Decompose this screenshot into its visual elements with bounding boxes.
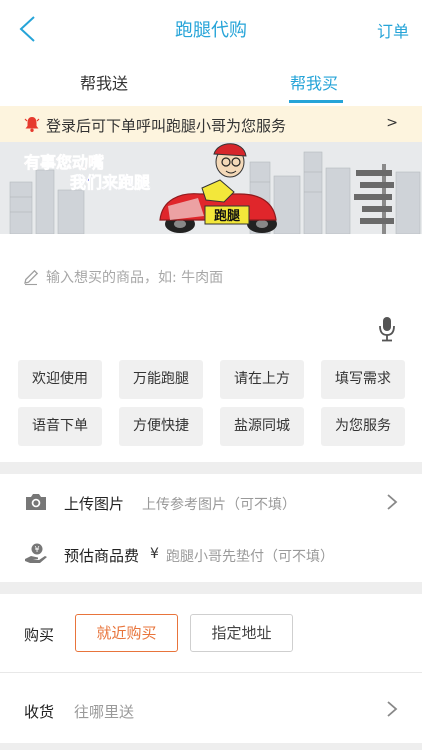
specified-address-button[interactable]: 指定地址 <box>190 614 293 652</box>
receive-address-hint: 往哪里送 <box>74 703 135 721</box>
bell-icon <box>24 117 40 132</box>
bottom-divider <box>0 743 422 750</box>
quick-chip[interactable]: 语音下单 <box>18 407 102 446</box>
money-hand-icon: ¥ <box>25 543 47 563</box>
quick-chip[interactable]: 方便快捷 <box>119 407 203 446</box>
banner-illustration: 跑腿 有事您动嘴 我们来跑腿 <box>0 142 422 234</box>
quick-chip[interactable]: 盐源同城 <box>220 407 304 446</box>
item-input-area[interactable]: 输入想买的商品，如: 牛肉面 欢迎使用 万能跑腿 请在上方 填写需求 语音下单 … <box>0 234 422 459</box>
banner-slogan-line1: 有事您动嘴 <box>24 153 104 172</box>
tab-help-buy[interactable]: 帮我买 <box>290 70 338 94</box>
errand-purchase-page: 跑腿代购 订单 帮我送 帮我买 登录后可下单呼叫跑腿小哥为您服务 > 跑腿 有事… <box>0 0 422 750</box>
banner-slogan-line2: 我们来跑腿 <box>70 173 150 192</box>
upload-label: 上传图片 <box>64 495 125 513</box>
svg-text:¥: ¥ <box>34 545 39 554</box>
pencil-icon <box>24 269 39 286</box>
notice-text: 登录后可下单呼叫跑腿小哥为您服务 <box>46 117 287 135</box>
fee-input-hint[interactable]: 跑腿小哥先垫付（可不填） <box>166 546 334 566</box>
upload-hint: 上传参考图片（可不填） <box>142 497 296 513</box>
receive-label: 收货 <box>24 703 55 721</box>
quick-chip[interactable]: 欢迎使用 <box>18 360 102 399</box>
scooter-sign: 跑腿 <box>214 208 240 224</box>
login-notice-bar[interactable]: 登录后可下单呼叫跑腿小哥为您服务 > <box>0 106 422 142</box>
quick-chip[interactable]: 请在上方 <box>220 360 304 399</box>
purchase-location-row: 购买 就近购买 指定地址 <box>0 594 422 672</box>
delivery-address-row[interactable]: 收货 往哪里送 <box>0 673 422 743</box>
tab-bar: 帮我送 帮我买 <box>0 60 422 104</box>
page-title: 跑腿代购 <box>175 20 247 41</box>
orders-link[interactable]: 订单 <box>377 18 409 42</box>
camera-icon <box>26 494 46 510</box>
section-divider <box>0 582 422 594</box>
quick-chip[interactable]: 万能跑腿 <box>119 360 203 399</box>
estimated-fee-row[interactable]: ¥ 预估商品费 ¥ 跑腿小哥先垫付（可不填） <box>0 530 422 582</box>
active-tab-indicator <box>289 100 343 103</box>
chevron-right-icon <box>387 701 398 717</box>
quick-chip[interactable]: 填写需求 <box>321 360 405 399</box>
fee-label: 预估商品费 <box>64 547 140 565</box>
quick-chip[interactable]: 为您服务 <box>321 407 405 446</box>
item-input-placeholder[interactable]: 输入想买的商品，如: 牛肉面 <box>46 267 223 287</box>
purchase-label: 购买 <box>24 626 55 644</box>
section-divider <box>0 462 422 474</box>
promo-banner[interactable]: 跑腿 有事您动嘴 我们来跑腿 <box>0 142 422 234</box>
chevron-right-icon <box>387 494 398 510</box>
nearby-purchase-button[interactable]: 就近购买 <box>75 614 178 652</box>
notice-arrow-icon: > <box>386 115 398 131</box>
upload-image-row[interactable]: 上传图片 上传参考图片（可不填） <box>0 474 422 530</box>
header-bar: 跑腿代购 订单 <box>0 0 422 60</box>
tab-help-send[interactable]: 帮我送 <box>80 70 128 94</box>
microphone-icon[interactable] <box>377 316 397 342</box>
currency-symbol: ¥ <box>150 546 159 562</box>
